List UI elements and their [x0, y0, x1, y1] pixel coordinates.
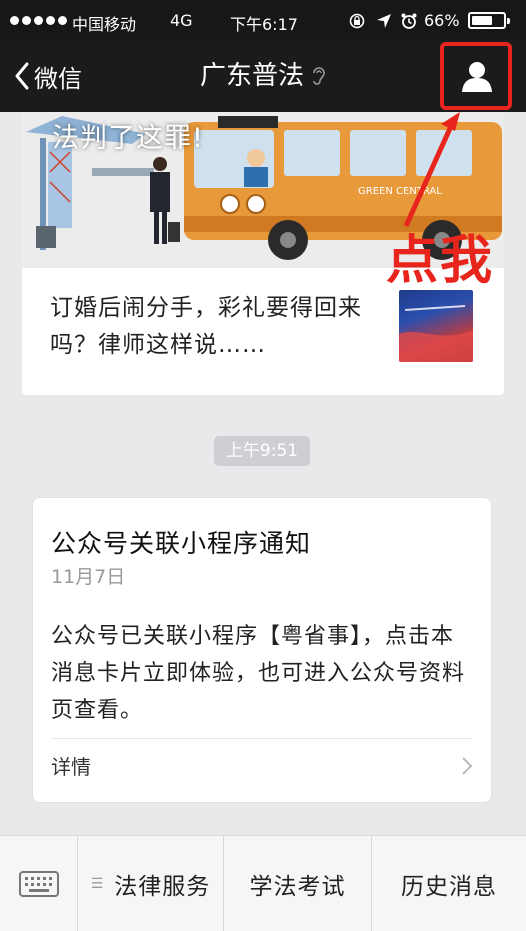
- battery-percent: 66%: [424, 11, 460, 30]
- keyboard-toggle-button[interactable]: [0, 836, 78, 931]
- status-bar: 中国移动 4G 下午6:17 66%: [0, 0, 526, 40]
- notice-card[interactable]: 公众号关联小程序通知 11月7日 公众号已关联小程序【粤省事】，点击本消息卡片立…: [32, 497, 492, 803]
- notice-body: 公众号已关联小程序【粤省事】，点击本消息卡片立即体验，也可进入公众号资料页查看。: [51, 624, 466, 723]
- battery-level-fill: [472, 16, 492, 25]
- menu-law-exam[interactable]: 学法考试: [224, 836, 372, 931]
- location-icon: [377, 14, 391, 28]
- menu-legal-services[interactable]: ☰ 法律服务: [78, 836, 224, 931]
- message-timestamp: 上午9:51: [214, 436, 310, 466]
- rotation-lock-icon: [349, 13, 365, 29]
- clock: 下午6:17: [230, 15, 298, 34]
- highlight-box: [440, 42, 512, 110]
- network-label: 4G: [170, 11, 193, 30]
- carrier-label: 中国移动: [72, 15, 137, 34]
- alarm-icon: [401, 13, 417, 29]
- article-overlay-title: 法判了这罪!: [52, 123, 204, 154]
- sub-article-title[interactable]: 订婚后闹分手，彩礼要得回来吗？律师这样说……: [50, 290, 370, 364]
- signal-strength-icon: [10, 16, 67, 25]
- menu-label: 法律服务: [114, 873, 211, 900]
- details-link[interactable]: 详情: [51, 751, 91, 780]
- bus-sign: GREEN CENTRAL: [358, 186, 442, 197]
- menu-label: 历史消息: [401, 873, 497, 900]
- notice-date: 11月7日: [51, 566, 126, 588]
- chevron-left-icon: [15, 62, 29, 90]
- bottom-menu-bar: ☰ 法律服务 学法考试 历史消息: [0, 835, 526, 931]
- page-title-text: 广东普法: [199, 61, 304, 91]
- battery-icon: [468, 12, 510, 29]
- submenu-icon: ☰: [90, 875, 105, 892]
- menu-label: 学法考试: [249, 873, 346, 900]
- back-button[interactable]: 微信: [14, 56, 82, 96]
- menu-history-messages[interactable]: 历史消息: [372, 836, 526, 931]
- back-label: 微信: [34, 64, 82, 93]
- notice-title: 公众号关联小程序通知: [51, 529, 312, 558]
- sub-article-thumbnail[interactable]: [399, 290, 473, 362]
- keyboard-icon: [18, 870, 59, 897]
- annotation-label: 点我: [386, 231, 495, 291]
- ear-icon: [310, 57, 326, 97]
- chevron-right-icon[interactable]: [461, 756, 473, 776]
- divider: [51, 738, 473, 739]
